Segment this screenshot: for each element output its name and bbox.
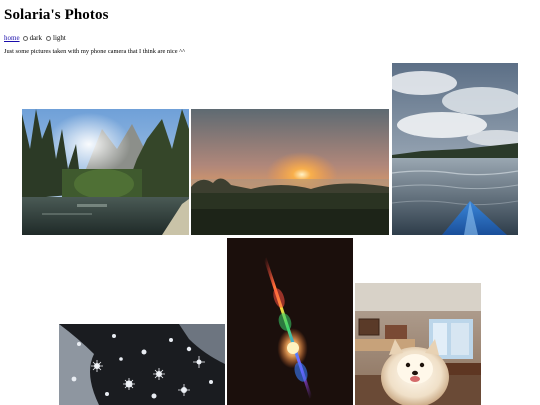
theme-dark-radio[interactable] (22, 35, 28, 41)
home-link[interactable]: home (4, 33, 20, 43)
photo-rainbow-streak[interactable] (227, 238, 353, 405)
theme-dark-label: dark (29, 34, 43, 42)
photo-forest-river[interactable] (22, 109, 189, 235)
theme-light-label: light (53, 34, 66, 42)
theme-light-radio[interactable] (46, 35, 52, 41)
page-title: Solaria's Photos (4, 7, 109, 23)
photo-snowflakes[interactable] (59, 324, 225, 405)
photo-kayak-lake[interactable] (392, 63, 518, 235)
photo-pomeranian[interactable] (355, 283, 481, 405)
site-tagline: Just some pictures taken with my phone c… (4, 48, 186, 55)
nav-bar: home dark light (4, 33, 70, 43)
photo-sunrise-field[interactable] (191, 109, 389, 235)
